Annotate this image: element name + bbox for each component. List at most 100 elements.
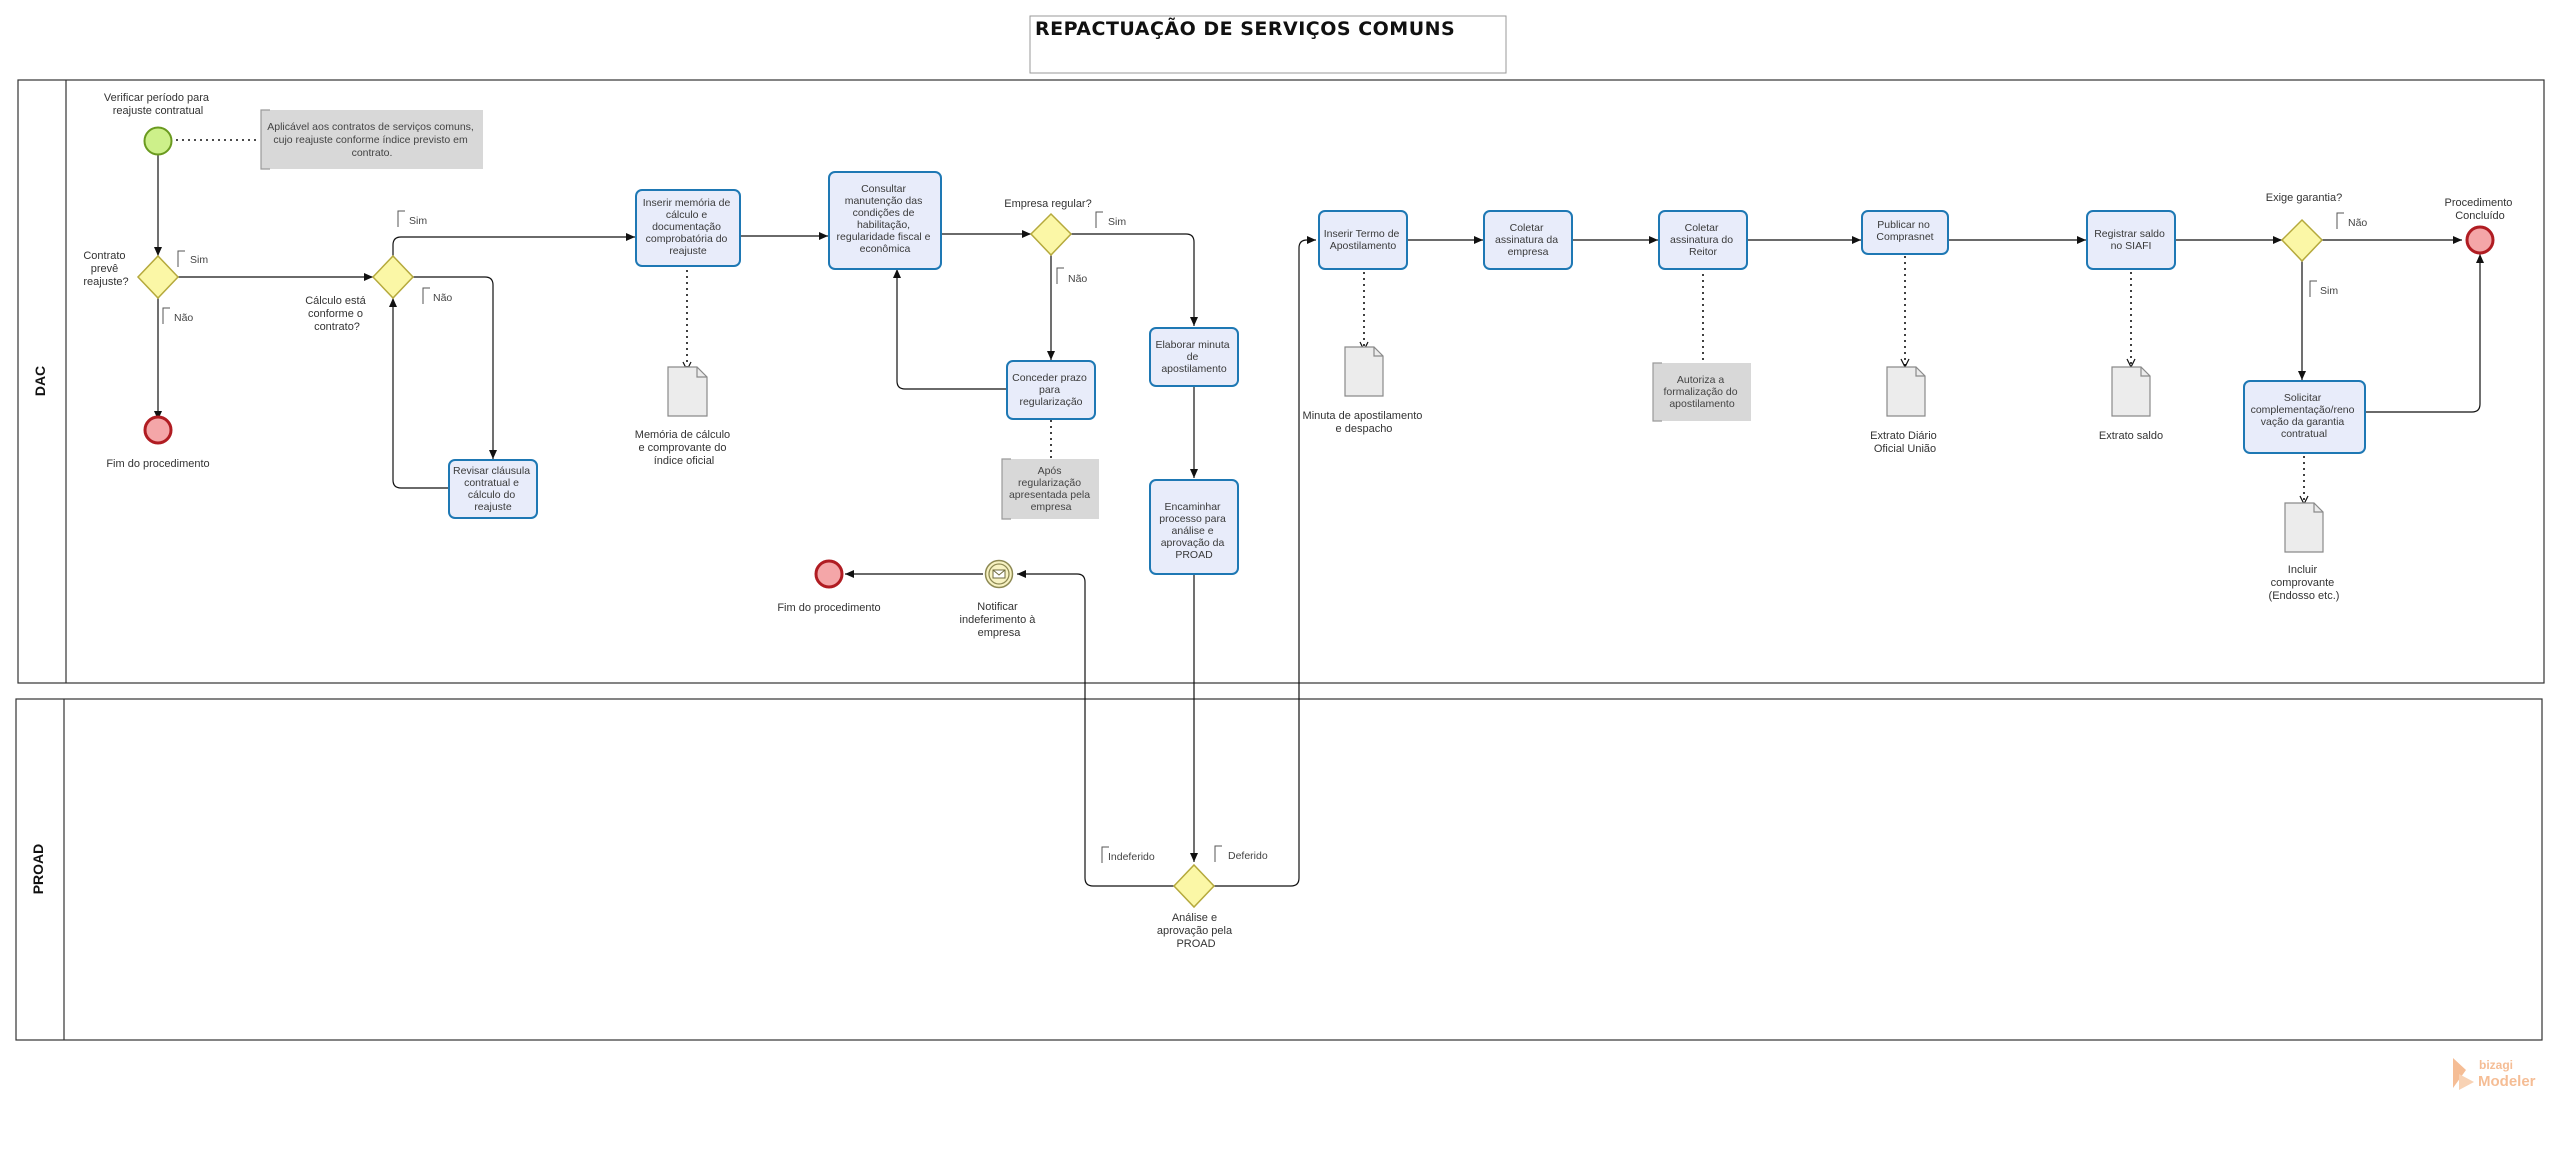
coletar-empresa-line-3: empresa [1508,246,1549,258]
label-contrato-sim: Sim [190,254,208,266]
conceder-line-2: para [1039,384,1060,396]
label-calculo-sim: Sim [409,215,427,227]
label-empresa-sim: Sim [1108,216,1126,228]
elaborar-line-3: apostilamento [1161,363,1227,375]
aplicavel-line-1: Aplicável aos contratos de serviços comu… [267,121,474,133]
end-concluido-line-1: Procedimento [2445,197,2513,209]
inserir-memoria-line-4: comprobatória do [646,233,728,245]
gw-calculo-line-2: conforme o [308,308,363,320]
inserir-memoria-line-3: documentação [652,221,721,233]
notify-line-2: indeferimento à [960,614,1037,626]
document-minuta [1344,346,1384,397]
coletar-empresa-line-2: assinatura da [1495,234,1558,246]
solicitar-line-3: vação da garantia [2261,416,2345,428]
label-garantia-sim: Sim [2320,285,2338,297]
gw-calculo-line-1: Cálculo está [305,295,366,307]
consultar-line-4: habilitação, [857,219,910,231]
document-icon [1344,346,1384,397]
label-deferido: Deferido [1228,850,1268,862]
apos-line-4: empresa [1031,501,1072,513]
notify-line-3: empresa [978,627,1022,639]
coletar-empresa-line-1: Coletar [1510,222,1544,234]
inserir-memoria-line-2: cálculo e [666,209,708,221]
comprovante-line-3: (Endosso etc.) [2269,590,2340,602]
comprovante-line-1: Incluir [2288,564,2318,576]
minuta-line-2: e despacho [1336,423,1393,435]
elaborar-line-1: Elaborar minuta [1155,339,1229,351]
message-event-notify [984,559,1014,589]
inserir-memoria-line-5: reajuste [669,245,707,257]
label-calculo-nao: Não [433,292,452,304]
publicar-line-1: Publicar no [1877,219,1930,231]
consultar-line-5: regularidade fiscal e [837,231,931,243]
start-label-line-2: reajuste contratual [113,105,204,117]
svg-text:Publicar no Comprasnet: Publicar no Comprasnet [1876,219,1933,243]
memoria-line-2: e comprovante do [638,442,726,454]
extrato-diario-line-1: Extrato Diário [1870,430,1937,442]
gw-contrato-line-1: Contrato [83,250,125,262]
task-elaborar[interactable]: Elaborar minuta de apostilamento [1149,327,1239,387]
label-empresa-nao: Não [1068,273,1087,285]
task-publicar[interactable]: Publicar no Comprasnet [1861,210,1949,255]
gw-contrato-line-3: reajuste? [83,276,128,288]
gw-proad-line-3: PROAD [1176,938,1215,950]
coletar-reitor-line-3: Reitor [1689,246,1718,258]
bizagi-logo: bizagi Modeler [2453,1058,2536,1090]
encaminhar-line-2: processo para [1159,513,1226,525]
autoriza-line-2: formalização do [1663,386,1737,398]
inserir-memoria-line-1: Inserir memória de [643,197,731,209]
title-box: REPACTUAÇÃO DE SERVIÇOS COMUNS [1029,15,1507,74]
label-contrato-nao: Não [174,312,193,324]
lane-proad-title: PROAD [30,844,46,895]
encaminhar-line-1: Encaminhar [1165,501,1222,513]
task-coletar-empresa[interactable]: Coletar assinatura da empresa [1483,210,1573,270]
gateway-empresa-label: Empresa regular? [1004,198,1091,210]
end-event-indeferido [814,559,844,589]
gw-proad-line-1: Análise e [1172,912,1217,924]
document-icon [2284,502,2324,553]
start-event [143,126,173,156]
end-event-indeferido-label: Fim do procedimento [777,602,880,614]
task-encaminhar[interactable]: Encaminhar processo para análise e aprov… [1149,479,1239,575]
task-revisar[interactable]: Revisar cláusula contratual e cálculo do… [448,459,538,519]
label-garantia-nao: Não [2348,217,2367,229]
lane-dac-title: DAC [32,366,48,396]
apos-line-1: Após [1038,465,1062,477]
annotation-apos: Após regularização apresentada pela empr… [1001,458,1099,520]
task-coletar-reitor[interactable]: Coletar assinatura do Reitor [1658,210,1748,270]
revisar-line-1: Revisar cláusula [453,465,530,477]
bizagi-logo-top: bizagi [2479,1058,2513,1072]
solicitar-line-2: complementação/reno [2251,404,2355,416]
notify-line-1: Notificar [977,601,1018,613]
document-extrato-saldo [2111,366,2151,417]
task-inserir-termo[interactable]: Inserir Termo de Apostilamento [1318,210,1408,270]
end-event-no-reajuste [143,415,173,445]
task-consultar[interactable]: Consultar manutenção das condições de ha… [828,171,942,270]
autoriza-line-3: apostilamento [1669,398,1735,410]
task-registrar[interactable]: Registrar saldo no SIAFI [2086,210,2176,270]
registrar-line-1: Registrar saldo [2094,228,2165,240]
annotation-autoriza: Autoriza a formalização do apostilamento [1652,362,1751,422]
consultar-line-3: condições de [853,207,915,219]
aplicavel-line-3: contrato. [352,147,393,159]
solicitar-line-4: contratual [2281,428,2327,440]
consultar-line-6: econômica [860,243,911,255]
gateway-calculo-label: Cálculo está conforme o contrato? [305,295,369,333]
bizagi-logo-bottom: Modeler [2478,1073,2536,1090]
gw-calculo-line-3: contrato? [314,321,360,333]
end-event-no-reajuste-label: Fim do procedimento [106,458,209,470]
memoria-line-1: Memória de cálculo [635,429,730,441]
extrato-diario-line-2: Oficial União [1874,443,1936,455]
task-solicitar[interactable]: Solicitar complementação/reno vação da g… [2243,380,2366,454]
task-conceder[interactable]: Conceder prazo para regularização [1006,360,1096,420]
diagram-title: REPACTUAÇÃO DE SERVIÇOS COMUNS [1035,16,1455,40]
revisar-line-4: reajuste [474,501,512,513]
memoria-line-3: índice oficial [654,455,715,467]
revisar-line-3: cálculo do [468,489,515,501]
gateway-garantia-label: Exige garantia? [2266,192,2342,204]
encaminhar-line-5: PROAD [1175,549,1213,561]
apos-line-2: regularização [1018,477,1081,489]
document-memoria [667,366,708,417]
task-inserir-memoria[interactable]: Inserir memória de cálculo e documentaçã… [635,189,741,267]
consultar-line-2: manutenção das [845,195,923,207]
